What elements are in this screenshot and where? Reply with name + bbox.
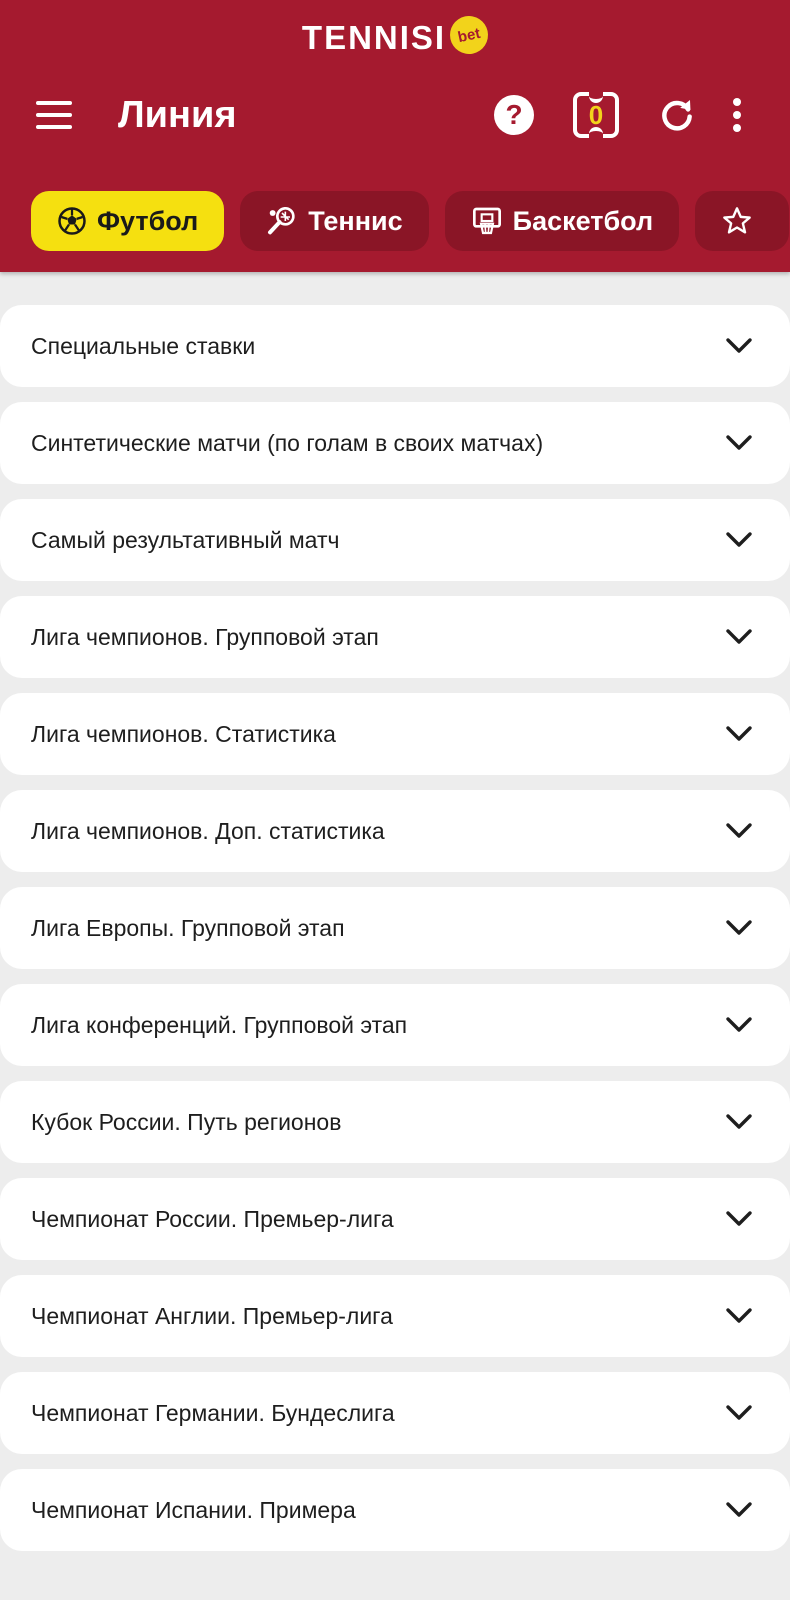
chevron-down-icon[interactable] (724, 525, 754, 555)
basketball-hoop-icon (471, 205, 503, 237)
chevron-down-icon[interactable] (724, 1107, 754, 1137)
app-header: TENNISI bet Линия ? 0 Футбол Теннис Баск… (0, 0, 790, 272)
tennis-racket-icon (266, 205, 298, 237)
league-label: Чемпионат Испании. Примера (31, 1496, 356, 1523)
chevron-down-icon[interactable] (724, 719, 754, 749)
league-label: Лига чемпионов. Статистика (31, 720, 336, 747)
help-icon[interactable]: ? (491, 92, 537, 138)
league-label: Специальные ставки (31, 332, 256, 359)
brand-name: TENNISI (301, 19, 447, 56)
tab-basketball[interactable]: Баскетбол (444, 191, 680, 251)
chevron-down-icon[interactable] (724, 1301, 754, 1331)
bet-coupon-button[interactable]: 0 (572, 91, 620, 139)
chevron-down-icon[interactable] (724, 913, 754, 943)
refresh-icon[interactable] (654, 92, 700, 138)
league-label: Кубок России. Путь регионов (31, 1108, 342, 1135)
brand-logo: TENNISI bet (0, 12, 790, 60)
chevron-down-icon[interactable] (724, 622, 754, 652)
league-label: Самый результативный матч (31, 526, 340, 553)
tab-football[interactable]: Футбол (31, 191, 225, 251)
hamburger-menu-icon[interactable] (28, 92, 80, 138)
league-row[interactable]: Лига Европы. Групповой этап (0, 887, 790, 969)
league-row[interactable]: Лига чемпионов. Групповой этап (0, 596, 790, 678)
league-row[interactable]: Чемпионат России. Премьер-лига (0, 1178, 790, 1260)
league-label: Лига чемпионов. Доп. статистика (31, 817, 385, 844)
league-label: Лига конференций. Групповой этап (31, 1011, 408, 1038)
league-label: Синтетические матчи (по голам в своих ма… (31, 429, 544, 456)
league-row[interactable]: Синтетические матчи (по голам в своих ма… (0, 402, 790, 484)
league-label: Лига чемпионов. Групповой этап (31, 623, 379, 650)
tab-tennis[interactable]: Теннис (240, 191, 429, 251)
soccer-ball-icon (57, 206, 87, 236)
league-row[interactable]: Кубок России. Путь регионов (0, 1081, 790, 1163)
league-row[interactable]: Лига конференций. Групповой этап (0, 984, 790, 1066)
tab-tennis-label: Теннис (308, 205, 403, 236)
sports-tab-bar: Футбол Теннис Баскетбол (31, 191, 790, 251)
tab-favorites[interactable] (695, 191, 790, 251)
chevron-down-icon[interactable] (724, 1010, 754, 1040)
league-row[interactable]: Чемпионат Испании. Примера (0, 1469, 790, 1551)
tab-football-label: Футбол (97, 205, 199, 236)
league-label: Чемпионат России. Премьер-лига (31, 1205, 394, 1232)
league-row[interactable]: Чемпионат Германии. Бундеслига (0, 1372, 790, 1454)
league-row[interactable]: Чемпионат Англии. Премьер-лига (0, 1275, 790, 1357)
tab-basketball-label: Баскетбол (512, 205, 654, 236)
league-label: Лига Европы. Групповой этап (31, 914, 345, 941)
coupon-count: 0 (573, 91, 619, 139)
chevron-down-icon[interactable] (724, 331, 754, 361)
more-options-icon[interactable] (722, 92, 752, 138)
league-row[interactable]: Лига чемпионов. Статистика (0, 693, 790, 775)
chevron-down-icon[interactable] (724, 816, 754, 846)
star-icon (721, 205, 753, 237)
league-label: Чемпионат Германии. Бундеслига (31, 1399, 395, 1426)
league-row[interactable]: Лига чемпионов. Доп. статистика (0, 790, 790, 872)
page-title: Линия (118, 94, 237, 136)
chevron-down-icon[interactable] (724, 1204, 754, 1234)
league-row[interactable]: Самый результативный матч (0, 499, 790, 581)
league-row[interactable]: Специальные ставки (0, 305, 790, 387)
chevron-down-icon[interactable] (724, 428, 754, 458)
league-label: Чемпионат Англии. Премьер-лига (31, 1302, 393, 1329)
brand-badge: bet (446, 12, 492, 58)
chevron-down-icon[interactable] (724, 1495, 754, 1525)
chevron-down-icon[interactable] (724, 1398, 754, 1428)
